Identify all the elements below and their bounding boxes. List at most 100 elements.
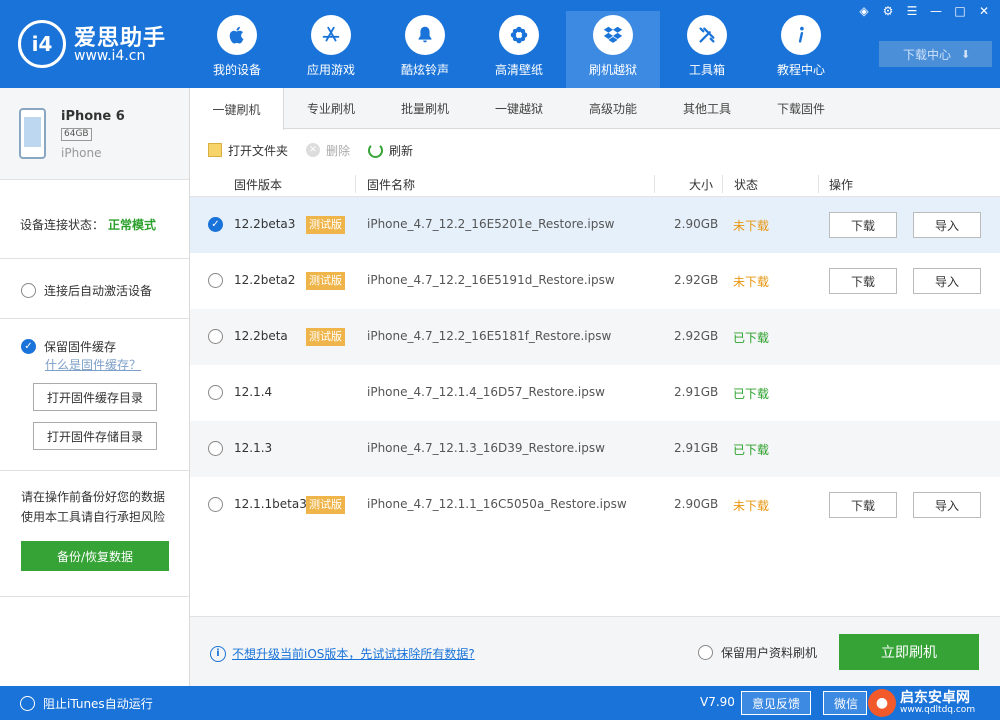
block-itunes-option[interactable]: 阻止iTunes自动运行 bbox=[20, 695, 153, 712]
block-itunes-label: 阻止iTunes自动运行 bbox=[43, 697, 153, 711]
nav-wallpapers[interactable]: 高清壁纸 bbox=[472, 11, 566, 88]
selected-radio-icon[interactable]: ✓ bbox=[208, 217, 223, 232]
table-row[interactable]: 12.1.3 iPhone_4.7_12.1.3_16D39_Restore.i… bbox=[190, 421, 1000, 477]
import-button[interactable]: 导入 bbox=[913, 212, 981, 238]
radio-unchecked-icon[interactable] bbox=[208, 329, 223, 344]
radio-unchecked-icon[interactable] bbox=[208, 441, 223, 456]
flash-now-button[interactable]: 立即刷机 bbox=[839, 634, 979, 670]
minimize-icon[interactable]: — bbox=[926, 3, 946, 19]
nav-tutorials[interactable]: 教程中心 bbox=[754, 11, 848, 88]
maximize-icon[interactable]: □ bbox=[950, 3, 970, 19]
table-row[interactable]: 12.2beta2 测试版 iPhone_4.7_12.2_16E5191d_R… bbox=[190, 253, 1000, 309]
beta-badge: 测试版 bbox=[306, 272, 345, 290]
keep-user-data-option[interactable]: 保留用户资料刷机 bbox=[698, 644, 817, 661]
radio-unchecked-icon[interactable] bbox=[208, 385, 223, 400]
header-size: 大小 bbox=[689, 178, 714, 192]
connection-value: 正常模式 bbox=[108, 218, 157, 232]
connection-status: 设备连接状态： 正常模式 bbox=[20, 216, 156, 233]
backup-restore-button[interactable]: 备份/恢复数据 bbox=[21, 541, 169, 571]
nav-flash-jailbreak[interactable]: 刷机越狱 bbox=[566, 11, 660, 88]
logo-url: www.i4.cn bbox=[74, 48, 146, 64]
skin-icon[interactable]: ◈ bbox=[854, 3, 874, 19]
flower-icon bbox=[499, 15, 539, 55]
tools-icon bbox=[687, 15, 727, 55]
open-folder-button[interactable]: 打开文件夹 bbox=[208, 142, 288, 159]
info-icon bbox=[781, 15, 821, 55]
download-center-label: 下载中心 bbox=[903, 47, 952, 62]
nav-label: 高清壁纸 bbox=[494, 63, 543, 77]
tab-advanced[interactable]: 高级功能 bbox=[566, 88, 660, 129]
nav-label: 教程中心 bbox=[776, 63, 825, 77]
firmware-version: 12.1.1beta3 bbox=[234, 497, 307, 511]
table-row[interactable]: ✓ 12.2beta3 测试版 iPhone_4.7_12.2_16E5201e… bbox=[190, 197, 1000, 253]
header-action: 操作 bbox=[829, 178, 854, 192]
firmware-status: 未下载 bbox=[733, 219, 770, 233]
erase-data-link[interactable]: 不想升级当前iOS版本，先试试抹除所有数据? bbox=[232, 645, 475, 662]
nav-toolbox[interactable]: 工具箱 bbox=[660, 11, 754, 88]
download-button[interactable]: 下载 bbox=[829, 212, 897, 238]
nav-apps-games[interactable]: 应用游戏 bbox=[284, 11, 378, 88]
table-row[interactable]: 12.2beta 测试版 iPhone_4.7_12.2_16E5181f_Re… bbox=[190, 309, 1000, 365]
download-center-button[interactable]: 下载中心 ⬇ bbox=[879, 41, 992, 67]
download-button[interactable]: 下载 bbox=[829, 268, 897, 294]
firmware-size: 2.90GB bbox=[674, 497, 719, 511]
wechat-button[interactable]: 微信 bbox=[823, 691, 867, 715]
open-folder-label: 打开文件夹 bbox=[228, 143, 289, 158]
table-row[interactable]: 12.1.4 iPhone_4.7_12.1.4_16D57_Restore.i… bbox=[190, 365, 1000, 421]
keep-cache-option[interactable]: ✓ 保留固件缓存 bbox=[21, 338, 116, 355]
download-icon: ⬇ bbox=[961, 47, 971, 61]
delete-button[interactable]: ✕ 删除 bbox=[306, 142, 350, 159]
download-button[interactable]: 下载 bbox=[829, 492, 897, 518]
refresh-icon bbox=[368, 142, 384, 158]
beta-badge: 测试版 bbox=[306, 328, 345, 346]
open-cache-dir-button[interactable]: 打开固件缓存目录 bbox=[33, 383, 157, 411]
erase-data-tip[interactable]: i 不想升级当前iOS版本，先试试抹除所有数据? bbox=[210, 645, 475, 662]
radio-unchecked-icon[interactable] bbox=[208, 273, 223, 288]
firmware-name: iPhone_4.7_12.2_16E5181f_Restore.ipsw bbox=[367, 329, 612, 343]
delete-icon: ✕ bbox=[306, 143, 321, 157]
window-controls: ◈ ⚙ ☰ — □ ✕ bbox=[854, 3, 994, 19]
firmware-name: iPhone_4.7_12.2_16E5201e_Restore.ipsw bbox=[367, 217, 615, 231]
header-status: 状态 bbox=[734, 178, 759, 192]
radio-unchecked-icon[interactable] bbox=[21, 283, 36, 298]
radio-unchecked-icon[interactable] bbox=[20, 696, 35, 711]
tab-download-firmware[interactable]: 下载固件 bbox=[754, 88, 848, 129]
refresh-button[interactable]: 刷新 bbox=[368, 142, 413, 159]
watermark-url: www.qdltdq.com bbox=[900, 705, 976, 715]
table-row[interactable]: 12.1.1beta3 测试版 iPhone_4.7_12.1.1_16C505… bbox=[190, 477, 1000, 533]
radio-unchecked-icon[interactable] bbox=[698, 645, 713, 660]
nav-my-device[interactable]: 我的设备 bbox=[190, 11, 284, 88]
checked-icon[interactable]: ✓ bbox=[21, 339, 36, 354]
nav-ringtones[interactable]: 酷炫铃声 bbox=[378, 11, 472, 88]
tab-one-click-flash[interactable]: 一键刷机 bbox=[190, 88, 284, 130]
keep-cache-label: 保留固件缓存 bbox=[44, 340, 117, 354]
radio-unchecked-icon[interactable] bbox=[208, 497, 223, 512]
firmware-status: 已下载 bbox=[733, 443, 770, 457]
tab-one-click-jailbreak[interactable]: 一键越狱 bbox=[472, 88, 566, 129]
tab-pro-flash[interactable]: 专业刷机 bbox=[284, 88, 378, 129]
what-is-cache-link[interactable]: 什么是固件缓存？ bbox=[45, 356, 141, 373]
divider bbox=[0, 596, 189, 597]
tab-other-tools[interactable]: 其他工具 bbox=[660, 88, 754, 129]
beta-badge: 测试版 bbox=[306, 216, 345, 234]
appstore-icon bbox=[311, 15, 351, 55]
close-icon[interactable]: ✕ bbox=[974, 3, 994, 19]
gear-icon[interactable]: ⚙ bbox=[878, 3, 898, 19]
open-store-dir-button[interactable]: 打开固件存储目录 bbox=[33, 422, 157, 450]
auto-activate-option[interactable]: 连接后自动激活设备 bbox=[21, 282, 152, 299]
menu-icon[interactable]: ☰ bbox=[902, 3, 922, 19]
bottom-action-bar: i 不想升级当前iOS版本，先试试抹除所有数据? 保留用户资料刷机 立即刷机 bbox=[190, 616, 1000, 686]
header-version: 固件版本 bbox=[234, 178, 283, 192]
column-separator bbox=[722, 175, 723, 193]
tab-batch-flash[interactable]: 批量刷机 bbox=[378, 88, 472, 129]
firmware-list: ✓ 12.2beta3 测试版 iPhone_4.7_12.2_16E5201e… bbox=[190, 197, 1000, 533]
warning-line: 请在操作前备份好您的数据 bbox=[21, 490, 166, 504]
firmware-size: 2.91GB bbox=[674, 441, 719, 455]
nav-label: 工具箱 bbox=[688, 63, 725, 77]
import-button[interactable]: 导入 bbox=[913, 268, 981, 294]
import-button[interactable]: 导入 bbox=[913, 492, 981, 518]
main-panel: 一键刷机 专业刷机 批量刷机 一键越狱 高级功能 其他工具 下载固件 打开文件夹… bbox=[190, 88, 1000, 686]
feedback-button[interactable]: 意见反馈 bbox=[741, 691, 811, 715]
bell-icon bbox=[405, 15, 445, 55]
device-card: iPhone 6 64GB iPhone bbox=[0, 88, 189, 180]
